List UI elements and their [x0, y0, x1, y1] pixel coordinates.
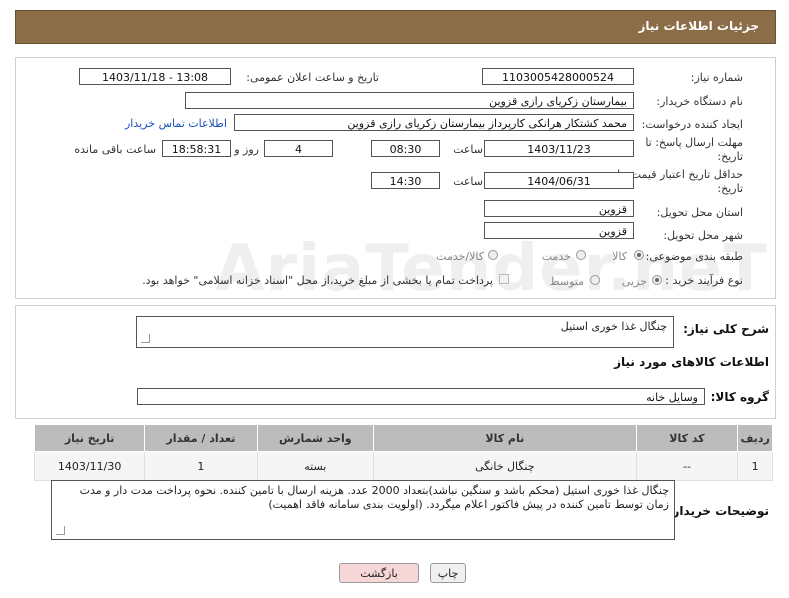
process-option-minor: جزیی	[621, 275, 647, 288]
goods-section-title: اطلاعات کالاهای مورد نیاز	[614, 355, 769, 369]
city-field: قزوین	[484, 222, 634, 239]
reply-time-label: ساعت	[453, 143, 483, 156]
process-label: نوع فرآیند خرید :	[665, 274, 743, 287]
city-label: شهر محل تحویل:	[663, 229, 743, 242]
process-option-medium: متوسط	[549, 275, 584, 288]
need-number-field: 1103005428000524	[482, 68, 634, 85]
price-validity-label: حداقل تاریخ اعتبار قیمت: تا	[617, 168, 743, 181]
category-option-goods: کالا	[612, 250, 627, 263]
buyer-org-field: بیمارستان زکریای رازی قزوین	[185, 92, 634, 109]
payment-note: پرداخت تمام یا بخشی از مبلغ خرید،از محل …	[142, 274, 493, 287]
col-row: ردیف	[737, 424, 773, 452]
col-code: کد کالا	[635, 424, 739, 452]
buyer-org-label: نام دستگاه خریدار:	[656, 95, 743, 108]
goods-group-field: وسایل خانه	[137, 388, 705, 405]
province-field: قزوین	[484, 200, 634, 217]
goods-group-label: گروه کالا:	[710, 390, 769, 404]
treasury-payment-checkbox[interactable]	[499, 274, 509, 284]
category-radio-service[interactable]	[576, 250, 586, 260]
summary-field: چنگال غذا خوری استیل	[136, 316, 674, 348]
category-option-service: خدمت	[541, 250, 571, 263]
buyer-notes-label: توضیحات خریدار:	[667, 504, 769, 518]
days-label: روز و	[234, 143, 259, 156]
days-field: 4	[264, 140, 333, 157]
col-name: نام کالا	[373, 424, 637, 452]
cell-quantity: 1	[144, 451, 258, 481]
col-date: تاریخ نیاز	[33, 424, 146, 452]
cell-name: چنگال خانگی	[373, 451, 637, 481]
process-radio-medium[interactable]	[590, 275, 600, 285]
cell-unit: بسته	[256, 451, 375, 481]
need-number-label: شماره نیاز:	[690, 71, 743, 84]
price-validity-label-date: تاریخ:	[717, 182, 743, 195]
category-radio-goods[interactable]	[634, 250, 644, 260]
buyer-notes-text: چنگال غذا خوری استیل (محکم باشد و سنگین …	[79, 484, 669, 511]
announce-label: تاریخ و ساعت اعلان عمومی:	[246, 71, 379, 84]
price-date-field: 1404/06/31	[484, 172, 634, 189]
page-header: جزئیات اطلاعات نیاز	[15, 10, 776, 44]
items-table: ردیف کد کالا نام کالا واحد شمارش تعداد /…	[33, 424, 773, 481]
category-option-goods-service: کالا/خدمت	[436, 250, 484, 263]
reply-deadline-label-date: تاریخ:	[717, 150, 743, 163]
table-row: 1 -- چنگال خانگی بسته 1 1403/11/30	[33, 451, 773, 481]
category-radio-goods-service[interactable]	[488, 250, 498, 260]
col-quantity: تعداد / مقدار	[144, 424, 258, 452]
category-label: طبقه بندی موضوعی:	[645, 250, 743, 263]
buyer-contact-link[interactable]: اطلاعات تماس خریدار	[125, 117, 227, 130]
resize-grip-icon[interactable]	[141, 334, 150, 343]
remaining-label: ساعت باقی مانده	[74, 143, 156, 156]
process-radio-minor[interactable]	[652, 275, 662, 285]
summary-label: شرح کلی نیاز:	[683, 322, 769, 336]
province-label: استان محل تحویل:	[656, 206, 743, 219]
print-button[interactable]: چاپ	[430, 563, 466, 583]
reply-deadline-label: مهلت ارسال پاسخ: تا	[645, 136, 743, 149]
cell-row: 1	[737, 451, 773, 481]
back-button[interactable]: بازگشت	[339, 563, 419, 583]
cell-date: 1403/11/30	[33, 451, 146, 481]
remaining-time-field: 18:58:31	[162, 140, 231, 157]
col-unit: واحد شمارش	[256, 424, 375, 452]
creator-field: محمد کشتکار هرانکی کارپرداز بیمارستان زک…	[234, 114, 634, 131]
reply-time-field: 08:30	[371, 140, 440, 157]
cell-code: --	[635, 451, 739, 481]
page-title: جزئیات اطلاعات نیاز	[638, 19, 759, 33]
summary-text: چنگال غذا خوری استیل	[560, 320, 667, 333]
announce-datetime-field: 1403/11/18 - 13:08	[79, 68, 231, 85]
buyer-notes-field: چنگال غذا خوری استیل (محکم باشد و سنگین …	[51, 480, 675, 540]
resize-grip-icon[interactable]	[56, 526, 65, 535]
price-time-field: 14:30	[371, 172, 440, 189]
price-time-label: ساعت	[453, 175, 483, 188]
creator-label: ایجاد کننده درخواست:	[641, 118, 743, 131]
reply-date-field: 1403/11/23	[484, 140, 634, 157]
